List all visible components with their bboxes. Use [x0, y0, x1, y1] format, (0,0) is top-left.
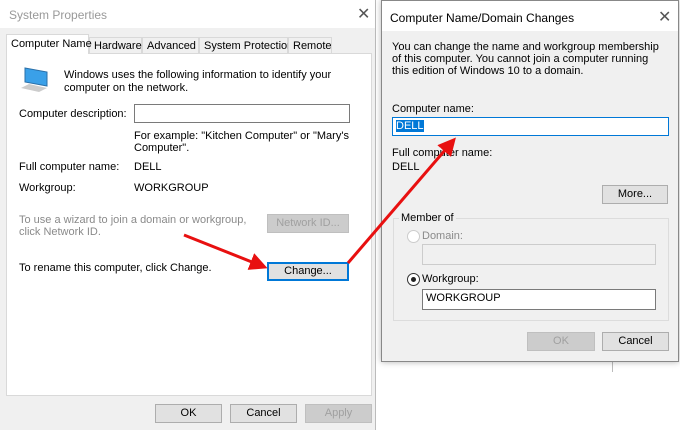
description-label: Computer description: — [19, 108, 127, 120]
ok-button[interactable]: OK — [155, 404, 222, 423]
example-text: For example: "Kitchen Computer" or "Mary… — [134, 130, 349, 154]
full-name-value: DELL — [134, 161, 162, 173]
computer-description-input[interactable] — [134, 104, 350, 123]
domain-input[interactable] — [422, 244, 656, 265]
more-button[interactable]: More... — [602, 185, 668, 204]
tab-system-protection[interactable]: System Protection — [199, 37, 293, 53]
network-id-text: To use a wizard to join a domain or work… — [19, 214, 247, 238]
close-icon[interactable]: ✕ — [658, 7, 671, 27]
dialog-title: Computer Name/Domain Changes — [390, 11, 575, 25]
tab-hardware[interactable]: Hardware — [89, 37, 142, 53]
workgroup-label: Workgroup: — [19, 182, 76, 194]
dialog-intro: You can change the name and workgroup me… — [392, 41, 659, 77]
change-button[interactable]: Change... — [267, 262, 349, 281]
computer-name-dialog: Computer Name/Domain Changes ✕ You can c… — [381, 0, 679, 362]
tab-computer-name[interactable]: Computer Name — [6, 34, 92, 54]
workgroup-label: Workgroup: — [422, 273, 479, 285]
tab-remote[interactable]: Remote — [288, 37, 332, 53]
tab-advanced[interactable]: Advanced — [142, 37, 199, 53]
cancel-button[interactable]: Cancel — [230, 404, 297, 423]
rename-text: To rename this computer, click Change. — [19, 262, 212, 274]
dialog-ok-button[interactable]: OK — [527, 332, 595, 351]
background-divider — [612, 362, 613, 372]
computer-icon — [21, 67, 48, 92]
member-of-label: Member of — [399, 212, 456, 224]
workgroup-value: WORKGROUP — [134, 182, 209, 194]
computer-name-label: Computer name: — [392, 103, 474, 115]
workgroup-input[interactable]: WORKGROUP — [422, 289, 656, 310]
dialog-cancel-button[interactable]: Cancel — [602, 332, 669, 351]
selected-text: DELL — [396, 120, 424, 132]
close-icon[interactable]: ✕ — [357, 4, 370, 24]
full-name-value: DELL — [392, 161, 420, 173]
intro-text: Windows uses the following information t… — [64, 69, 332, 94]
full-name-label: Full computer name: — [19, 161, 120, 173]
network-id-button[interactable]: Network ID... — [267, 214, 349, 233]
workgroup-radio[interactable] — [407, 273, 420, 286]
computer-name-input[interactable]: DELL — [392, 117, 669, 136]
apply-button[interactable]: Apply — [305, 404, 372, 423]
domain-label: Domain: — [422, 230, 463, 242]
window-title: System Properties — [9, 8, 108, 22]
full-name-label: Full computer name: — [392, 147, 493, 159]
domain-radio[interactable] — [407, 230, 420, 243]
system-properties-window: System Properties ✕ Computer Name Hardwa… — [0, 0, 376, 430]
